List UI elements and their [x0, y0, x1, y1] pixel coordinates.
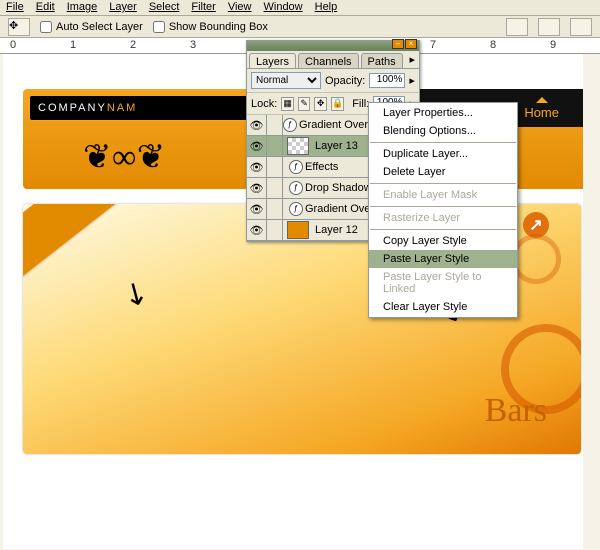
flourish-ornament: ❦ ∞ ❦ — [83, 137, 161, 177]
layer-thumbnail[interactable] — [287, 137, 309, 155]
ctx-separator — [370, 142, 516, 143]
corner-ribbon — [23, 204, 150, 281]
ctx-separator — [370, 229, 516, 230]
move-tool-icon[interactable]: ✥ — [8, 18, 30, 36]
ctx-paste-layer-style-linked: Paste Layer Style to Linked — [369, 268, 517, 298]
visibility-toggle-icon[interactable]: 👁 — [247, 199, 267, 219]
visibility-toggle-icon[interactable]: 👁 — [247, 178, 267, 198]
ctx-duplicate-layer[interactable]: Duplicate Layer... — [369, 145, 517, 163]
lock-position-icon[interactable]: ✥ — [314, 97, 327, 111]
lock-transparency-icon[interactable]: ▦ — [281, 97, 294, 111]
ctx-separator — [370, 183, 516, 184]
visibility-toggle-icon[interactable]: 👁 — [247, 136, 267, 156]
ctx-enable-layer-mask: Enable Layer Mask — [369, 186, 517, 204]
opacity-input[interactable]: 100% — [369, 73, 405, 88]
bounding-box-checkbox[interactable]: Show Bounding Box — [153, 21, 268, 33]
fx-icon: ƒ — [289, 202, 303, 216]
link-cell[interactable] — [267, 115, 283, 135]
auto-select-checkbox[interactable]: Auto Select Layer — [40, 21, 143, 33]
ctx-paste-layer-style[interactable]: Paste Layer Style — [369, 250, 517, 268]
options-bar: ✥ Auto Select Layer Show Bounding Box — [0, 16, 600, 38]
link-cell[interactable] — [267, 136, 283, 156]
lock-pixels-icon[interactable]: ✎ — [298, 97, 311, 111]
ctx-blending-options[interactable]: Blending Options... — [369, 122, 517, 140]
speaker-circle-icon — [511, 234, 561, 284]
menu-layer[interactable]: Layer — [109, 1, 137, 14]
banner-headline: Bars — [485, 392, 547, 430]
opacity-flyout-icon[interactable]: ▸ — [409, 74, 415, 87]
blend-mode-select[interactable]: Normal — [251, 72, 321, 89]
panel-tabs: Layers Channels Paths ▸ — [247, 51, 419, 69]
visibility-toggle-icon[interactable]: 👁 — [247, 157, 267, 177]
tab-paths[interactable]: Paths — [361, 53, 403, 68]
menu-select[interactable]: Select — [149, 1, 180, 14]
layer-context-menu: Layer Properties... Blending Options... … — [368, 102, 518, 318]
menu-filter[interactable]: Filter — [191, 1, 215, 14]
tab-channels[interactable]: Channels — [298, 53, 358, 68]
menu-view[interactable]: View — [228, 1, 252, 14]
visibility-toggle-icon[interactable]: 👁 — [247, 115, 267, 135]
ctx-copy-layer-style[interactable]: Copy Layer Style — [369, 232, 517, 250]
ctx-delete-layer[interactable]: Delete Layer — [369, 163, 517, 181]
minimize-button[interactable]: – — [392, 39, 404, 49]
menu-bar: File Edit Image Layer Select Filter View… — [0, 0, 600, 16]
close-button[interactable]: × — [405, 39, 417, 49]
layer-thumbnail[interactable] — [287, 221, 309, 239]
menu-file[interactable]: File — [6, 1, 24, 14]
ctx-layer-properties[interactable]: Layer Properties... — [369, 104, 517, 122]
panel-menu-icon[interactable]: ▸ — [405, 51, 419, 68]
visibility-toggle-icon[interactable]: 👁 — [247, 220, 267, 240]
tab-layers[interactable]: Layers — [249, 53, 296, 68]
fill-label: Fill: — [352, 98, 369, 110]
fx-icon: ƒ — [283, 118, 297, 132]
align-button[interactable] — [570, 18, 592, 36]
nav-home-link: Home — [524, 105, 559, 120]
ctx-clear-layer-style[interactable]: Clear Layer Style — [369, 298, 517, 316]
company-logo: COMPANY NAM — [29, 95, 249, 121]
align-button[interactable] — [506, 18, 528, 36]
blend-opacity-row: Normal Opacity: 100% ▸ — [247, 69, 419, 93]
menu-window[interactable]: Window — [264, 1, 303, 14]
opacity-label: Opacity: — [325, 75, 365, 87]
ctx-separator — [370, 206, 516, 207]
fx-icon: ƒ — [289, 160, 303, 174]
align-button[interactable] — [538, 18, 560, 36]
ctx-rasterize-layer: Rasterize Layer — [369, 209, 517, 227]
lock-all-icon[interactable]: 🔒 — [331, 97, 344, 111]
lock-label: Lock: — [251, 98, 277, 110]
fx-icon: ƒ — [289, 181, 303, 195]
menu-edit[interactable]: Edit — [36, 1, 55, 14]
menu-image[interactable]: Image — [67, 1, 98, 14]
menu-help[interactable]: Help — [315, 1, 338, 14]
panel-header[interactable]: – × — [247, 41, 419, 51]
